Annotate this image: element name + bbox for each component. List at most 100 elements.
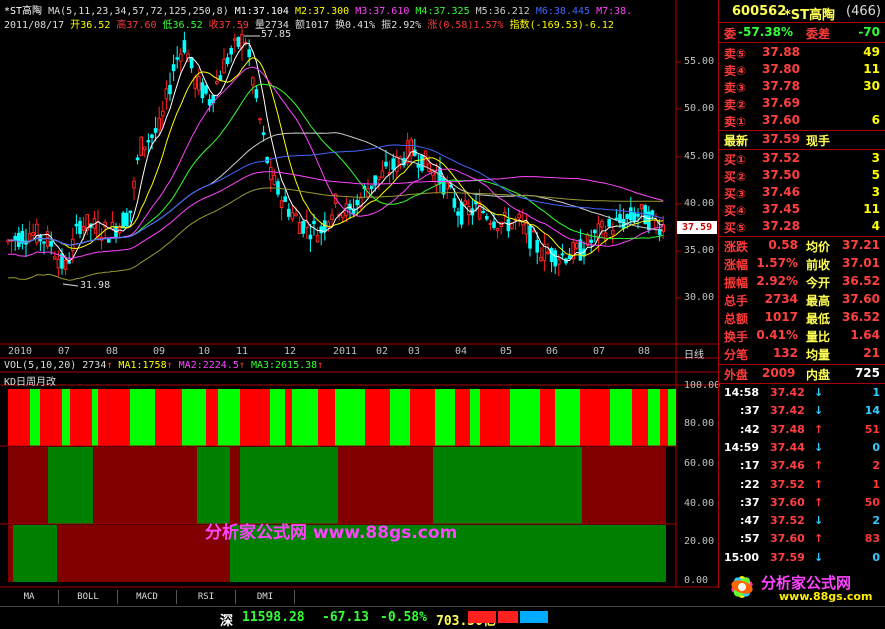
candle-body: [297, 221, 302, 234]
candle-body: [398, 156, 403, 164]
candle-body: [485, 215, 489, 220]
candle-body: [125, 212, 129, 227]
candle-body: [27, 233, 32, 242]
bid-row[interactable]: 买① 37.52 3: [722, 151, 884, 169]
candle-body: [35, 223, 39, 244]
ask-row[interactable]: 卖② 37.69: [722, 96, 884, 114]
candle-body: [557, 259, 561, 265]
tick-row[interactable]: :57 37.60 ↑ 83: [722, 532, 884, 550]
period-label[interactable]: 日线: [684, 346, 704, 361]
kd-block: [30, 389, 40, 446]
candle-body: [330, 214, 334, 220]
tick-row[interactable]: :22 37.52 ↑ 1: [722, 478, 884, 496]
weibi-row: 委 -57.38% 委差 -70: [724, 25, 880, 41]
candle-body: [463, 200, 467, 206]
candle-body: [121, 212, 126, 229]
tick-row[interactable]: 14:58 37.42 ↓ 1: [722, 386, 884, 404]
stat-row: 涨幅 1.57% 前收 37.01: [724, 256, 880, 272]
kd-block: [540, 389, 555, 446]
ask-row[interactable]: 卖④ 37.80 11: [722, 62, 884, 80]
kd-block: [93, 447, 197, 524]
candle-body: [528, 225, 532, 249]
bid-row[interactable]: 买⑤ 37.28 4: [722, 219, 884, 237]
quote-title: 600562 *ST高陶 (466): [732, 4, 881, 23]
ma-line: [7, 83, 664, 246]
kd-block: [197, 447, 230, 524]
date-label: 09: [153, 346, 166, 357]
ask-row[interactable]: 卖⑤ 37.88 49: [722, 45, 884, 63]
last-price-row: 最新 37.59 现手: [724, 132, 831, 148]
candle-body: [247, 49, 251, 58]
tick-row[interactable]: :47 37.52 ↓ 2: [722, 514, 884, 532]
candle-body: [629, 207, 633, 221]
candle-body: [110, 221, 115, 230]
candle-body: [31, 231, 35, 236]
candle-body: [517, 213, 522, 219]
candle-body: [290, 212, 295, 220]
kd-block: [98, 389, 130, 446]
candle-body: [146, 139, 151, 143]
kd-block: [318, 389, 335, 446]
candle-body: [251, 77, 255, 86]
candle-body: [218, 75, 223, 81]
candle-body: [315, 234, 320, 243]
tab-macd[interactable]: MACD: [118, 590, 177, 604]
candle-body: [395, 156, 399, 172]
kd-block: [218, 389, 240, 446]
tab-boll[interactable]: BOLL: [59, 590, 118, 604]
candle-body: [607, 219, 612, 227]
candle-body: [434, 172, 439, 186]
candle-body: [128, 210, 133, 213]
candle-body: [143, 146, 147, 151]
tick-row[interactable]: 15:00 37.59 ↓ 0: [722, 551, 884, 569]
candle-body: [294, 213, 298, 217]
date-label: 03: [408, 346, 421, 357]
kd-indicator-label: KD日周月改: [4, 377, 57, 388]
candle-body: [495, 228, 500, 232]
candle-body: [539, 257, 543, 261]
candle-body: [254, 89, 259, 99]
kd-tick: 100.00: [684, 380, 721, 391]
tab-ma[interactable]: MA: [0, 590, 59, 604]
tick-row[interactable]: :42 37.48 ↑ 51: [722, 423, 884, 441]
candle-body: [413, 149, 417, 156]
kd-block: [70, 389, 92, 446]
date-label: 2010: [8, 346, 33, 357]
candle-body: [193, 77, 197, 89]
candle-body: [175, 57, 179, 60]
candle-body: [492, 221, 496, 228]
tab-dmi[interactable]: DMI: [236, 590, 295, 604]
tick-row[interactable]: :37 37.42 ↓ 14: [722, 404, 884, 422]
candle-body: [78, 220, 82, 234]
kd-block: [435, 389, 455, 446]
candle-body: [301, 220, 305, 234]
kline-chart-area[interactable]: *ST高陶 MA(5,11,23,34,57,72,125,250,8) M1:…: [0, 0, 721, 588]
candle-body: [445, 182, 449, 190]
status-bar: 深 11598.28 -67.13 -0.58% 703.50亿: [0, 606, 885, 629]
kd-block: [40, 389, 62, 446]
kd-tick: 80.00: [684, 418, 715, 429]
kd-block: [270, 389, 285, 446]
candle-body: [189, 57, 194, 69]
candle-body: [319, 226, 323, 234]
kd-block: [390, 389, 410, 446]
tick-row[interactable]: 14:59 37.44 ↓ 0: [722, 441, 884, 459]
candle-body: [283, 196, 287, 202]
candle-body: [53, 256, 57, 260]
current-price-value: 37.59: [682, 222, 713, 233]
candle-body: [380, 170, 385, 178]
waipan-row: 外盘 2009 内盘 725: [724, 366, 880, 382]
candle-body: [654, 219, 658, 229]
stat-row: 分笔 132 均量 21: [724, 346, 880, 362]
tick-row[interactable]: :17 37.46 ↑ 2: [722, 459, 884, 477]
candle-body: [229, 48, 233, 55]
tab-rsi[interactable]: RSI: [177, 590, 236, 604]
tick-row[interactable]: :37 37.60 ↑ 50: [722, 496, 884, 514]
candle-body: [200, 82, 205, 99]
bid-row[interactable]: 买② 37.50 5: [722, 168, 884, 186]
bid-row[interactable]: 买④ 37.45 11: [722, 202, 884, 220]
ask-row[interactable]: 卖③ 37.78 30: [722, 79, 884, 97]
ask-row[interactable]: 卖① 37.60 6: [722, 113, 884, 131]
date-label: 10: [198, 346, 211, 357]
bid-row[interactable]: 买③ 37.46 3: [722, 185, 884, 203]
